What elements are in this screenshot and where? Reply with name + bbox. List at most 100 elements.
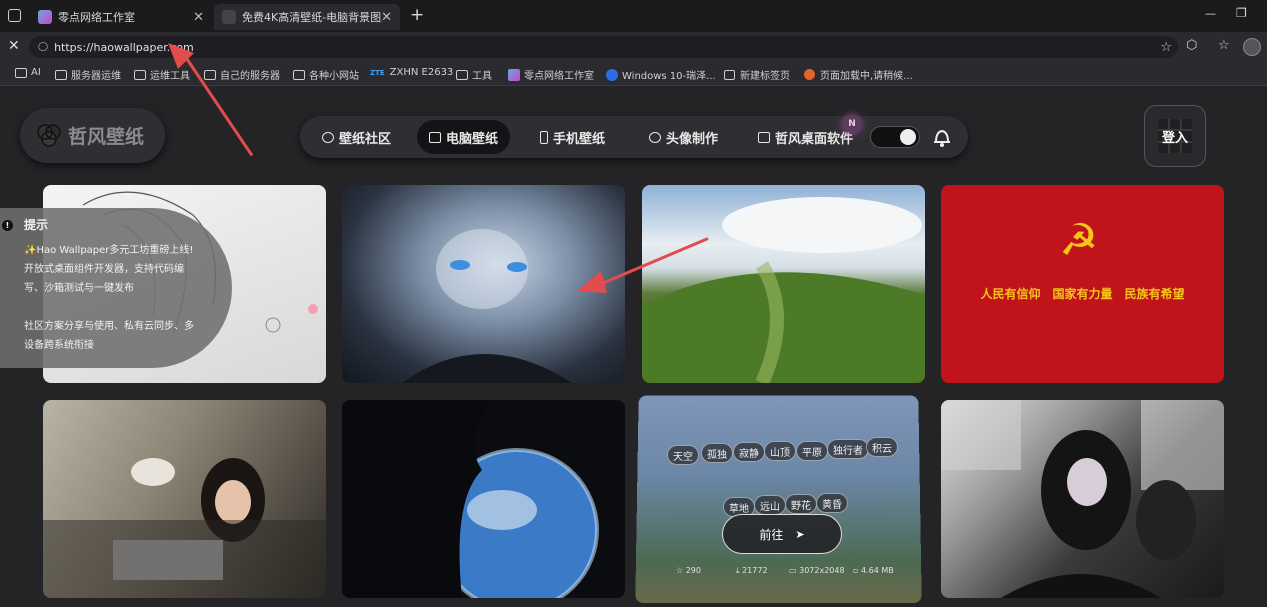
earth-silhouette-image xyxy=(342,400,625,598)
tab-title: 免费4K高清壁纸-电脑背景图片-M xyxy=(242,9,382,25)
bookmark-studio[interactable]: 零点网络工作室 xyxy=(508,67,594,82)
tab-favicon xyxy=(38,10,52,24)
tag-cumulus[interactable]: 积云 xyxy=(866,437,898,457)
monitor-icon xyxy=(758,132,770,143)
extensions-icon[interactable]: ⬡ xyxy=(1186,38,1197,53)
bookmark-label: 零点网络工作室 xyxy=(524,67,594,82)
orange-favicon xyxy=(804,69,815,80)
smile-icon xyxy=(649,132,661,143)
theme-toggle[interactable] xyxy=(870,126,920,148)
bell-icon[interactable] xyxy=(932,126,952,148)
address-bar[interactable]: ◯ https://haowallpaper.com ☆ xyxy=(29,36,1178,58)
r-favicon xyxy=(606,69,618,81)
notice-line: 写、沙箱测试与一键发布 xyxy=(24,279,232,298)
girl-laptop-image xyxy=(43,400,326,598)
bookmark-windows10[interactable]: Windows 10-瑞泽... xyxy=(606,67,716,82)
wallpaper-card-party-red[interactable]: ☭ 人民有信仰 国家有力量 民族有希望 xyxy=(941,185,1224,383)
notice-line xyxy=(24,298,232,317)
notice-line: 设备跨系统衔接 xyxy=(24,336,232,355)
notice-title: 提示 xyxy=(24,216,232,235)
wallpaper-card-manga-girl[interactable] xyxy=(941,400,1224,598)
bookmark-label: 各种小网站 xyxy=(309,67,359,82)
studio-favicon xyxy=(508,69,520,81)
zte-logo-icon: ZTE xyxy=(370,69,385,77)
wallpaper-card-girl-laptop[interactable] xyxy=(43,400,326,598)
nav-label: 壁纸社区 xyxy=(339,128,391,147)
nav-community[interactable]: 壁纸社区 xyxy=(310,120,403,154)
new-badge: N xyxy=(843,115,861,133)
bookmark-zte[interactable]: ZTE ZXHN E2633 xyxy=(370,67,453,78)
login-button[interactable]: 登入 xyxy=(1144,105,1206,167)
folder-icon xyxy=(15,68,27,78)
tab-title: 零点网络工作室 xyxy=(58,9,135,25)
tag-dusk[interactable]: 黄昏 xyxy=(816,493,848,513)
tag-sky[interactable]: 天空 xyxy=(667,445,699,465)
tag-silent[interactable]: 寂静 xyxy=(733,442,765,462)
site-logo[interactable]: 哲风壁纸 xyxy=(20,108,165,163)
favorite-star-icon[interactable]: ☆ xyxy=(1160,40,1172,55)
bookmark-label: 服务器运维 xyxy=(71,67,121,82)
tag-loner[interactable]: 独行者 xyxy=(827,439,869,459)
bookmark-new-tab[interactable]: 新建标签页 xyxy=(724,67,790,82)
bookmark-folder-server-ops[interactable]: 服务器运维 xyxy=(55,67,121,82)
tab-bar: 零点网络工作室 ✕ 免费4K高清壁纸-电脑背景图片-M ✕ + — ❐ xyxy=(0,0,1267,32)
bookmark-label: Windows 10-瑞泽... xyxy=(622,67,716,82)
phone-icon xyxy=(540,131,548,144)
bookmark-label: 新建标签页 xyxy=(740,67,790,82)
bookmark-folder-own-servers[interactable]: 自己的服务器 xyxy=(204,67,280,82)
go-button[interactable]: 前往 ➤ xyxy=(722,514,842,554)
hammer-sickle-icon: ☭ xyxy=(1059,215,1098,266)
bookmark-folder-small-sites[interactable]: 各种小网站 xyxy=(293,67,359,82)
tag-lonely[interactable]: 孤独 xyxy=(701,443,733,463)
wallpaper-card-earth-silhouette[interactable] xyxy=(342,400,625,598)
nav-label: 头像制作 xyxy=(666,128,718,147)
workspaces-icon[interactable] xyxy=(8,9,21,22)
tab-2-active[interactable]: 免费4K高清壁纸-电脑背景图片-M ✕ xyxy=(214,4,400,30)
favorites-icon[interactable]: ☆ xyxy=(1218,38,1230,53)
nav-phone-wallpaper[interactable]: 手机壁纸 xyxy=(528,120,617,154)
info-icon: ! xyxy=(2,220,13,231)
bookmark-folder-ai[interactable]: AI xyxy=(15,67,41,78)
bookmark-label: AI xyxy=(31,67,41,78)
bookmark-loading-page[interactable]: 页面加载中,请稍候... xyxy=(804,67,913,82)
nav-label: 哲风桌面软件 xyxy=(775,128,853,147)
arrow-head-2 xyxy=(577,271,607,297)
star-icon: ☆ xyxy=(676,566,686,575)
bookmark-folder-tools[interactable]: 工具 xyxy=(456,67,492,82)
tab-favicon xyxy=(222,10,236,24)
monitor-small-icon: ▭ xyxy=(789,566,799,575)
arrow-head-1 xyxy=(168,43,198,73)
notice-popup: ! 提示 ✨Hao Wallpaper多元工坊重磅上线! 开放式桌面组件开发器，… xyxy=(0,208,232,368)
nav-avatar-maker[interactable]: 头像制作 xyxy=(637,120,730,154)
minimize-button[interactable]: — xyxy=(1205,7,1216,20)
web-page: 哲风壁纸 壁纸社区 电脑壁纸 手机壁纸 头像制作 哲风桌面软件 N 登入 ☭ 人… xyxy=(0,86,1267,607)
notice-line: 开放式桌面组件开发器，支持代码编 xyxy=(24,260,232,279)
new-tab-button[interactable]: + xyxy=(410,5,424,25)
manga-girl-image xyxy=(941,400,1224,598)
notice-line: 社区方案分享与使用、私有云同步、多 xyxy=(24,317,232,336)
go-label: 前往 xyxy=(759,526,783,543)
nav-pc-wallpaper[interactable]: 电脑壁纸 xyxy=(417,120,510,154)
tag-plain[interactable]: 平原 xyxy=(796,441,828,461)
tab-close-icon[interactable]: ✕ xyxy=(193,10,204,25)
tab-close-icon[interactable]: ✕ xyxy=(381,10,392,25)
site-info-icon[interactable]: ◯ xyxy=(38,42,48,52)
tag-far-mountain[interactable]: 远山 xyxy=(754,495,786,515)
folder-icon xyxy=(456,70,468,80)
tag-wildflower[interactable]: 野花 xyxy=(785,494,817,514)
bookmark-label: ZXHN E2633 xyxy=(390,67,454,78)
stop-loading-icon[interactable]: ✕ xyxy=(8,38,20,54)
tag-peak[interactable]: 山顶 xyxy=(764,441,796,461)
wallpaper-card-green-hill[interactable] xyxy=(642,185,925,383)
notice-line: ✨Hao Wallpaper多元工坊重磅上线! xyxy=(24,241,232,260)
likes-count: ☆ 290 xyxy=(676,566,701,575)
profile-avatar[interactable] xyxy=(1243,38,1261,56)
tab-1[interactable]: 零点网络工作室 ✕ xyxy=(30,4,212,30)
logo-text: 哲风壁纸 xyxy=(68,122,144,149)
bookmark-label: 工具 xyxy=(472,67,492,82)
folder-icon xyxy=(134,70,146,80)
bookmark-label: 页面加载中,请稍候... xyxy=(820,67,913,82)
image-icon xyxy=(429,132,441,143)
green-hill-image xyxy=(642,185,925,383)
restore-button[interactable]: ❐ xyxy=(1236,6,1247,20)
